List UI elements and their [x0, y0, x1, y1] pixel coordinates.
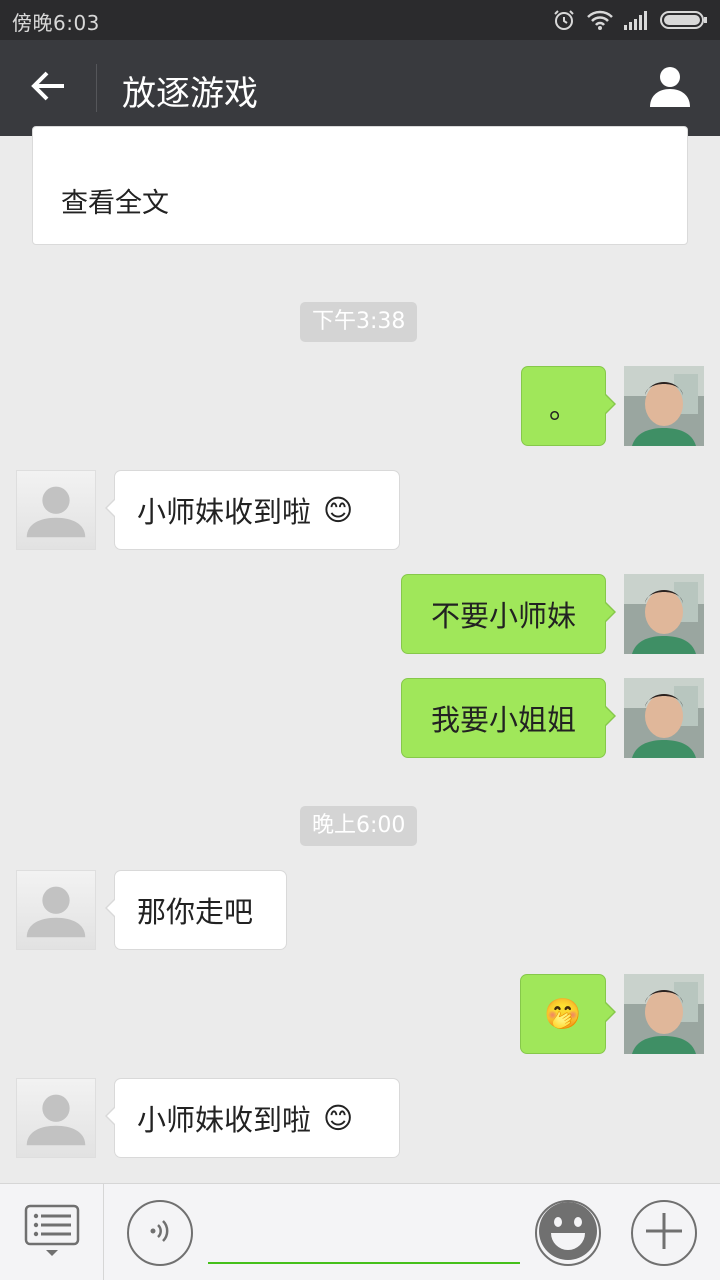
back-button[interactable]: [22, 62, 76, 114]
my-avatar[interactable]: [624, 366, 704, 446]
smiling-emoji: 😊: [323, 1101, 354, 1135]
my-avatar[interactable]: [624, 574, 704, 654]
sent-message-bubble[interactable]: 🤭: [520, 974, 616, 1054]
chat-info-button[interactable]: [642, 60, 698, 116]
sent-message-bubble[interactable]: 。: [521, 366, 616, 446]
more-functions-button[interactable]: [631, 1200, 697, 1266]
user-photo: [624, 678, 704, 758]
contact-avatar[interactable]: [16, 470, 96, 550]
timestamp: 晚上6:00: [300, 806, 418, 846]
received-message-bubble[interactable]: 那你走吧: [105, 870, 287, 950]
smiley-icon: [537, 1200, 599, 1266]
sent-message-bubble[interactable]: 不要小师妹: [401, 574, 616, 654]
title-divider: [96, 64, 97, 112]
battery-icon: [660, 10, 708, 30]
smiling-emoji: 😊: [323, 493, 354, 527]
received-message-bubble[interactable]: 小师妹收到啦 😊: [105, 1078, 400, 1158]
message-text: 小师妹收到啦: [137, 495, 312, 529]
menu-toggle-button[interactable]: [22, 1204, 82, 1256]
alarm-icon: [552, 8, 576, 32]
message-text: 我要小姐姐: [430, 703, 576, 737]
person-icon: [648, 65, 692, 111]
list-menu-icon: [22, 1204, 82, 1262]
user-photo: [624, 974, 704, 1054]
voice-input-button[interactable]: [127, 1200, 193, 1266]
sent-message-bubble[interactable]: 我要小姐姐: [401, 678, 616, 758]
timestamp: 下午3:38: [300, 302, 418, 342]
message-text: 小师妹收到啦: [137, 1103, 312, 1137]
article-card[interactable]: 查看全文: [32, 126, 688, 245]
message-text: 那你走吧: [137, 895, 254, 929]
title-bar: 放逐游戏: [0, 40, 720, 136]
received-message-bubble[interactable]: 小师妹收到啦 😊: [105, 470, 400, 550]
default-avatar-icon: [26, 1094, 86, 1146]
contact-avatar[interactable]: [16, 870, 96, 950]
hand-over-mouth-emoji: 🤭: [544, 996, 582, 1032]
message-input[interactable]: [208, 1206, 520, 1264]
signal-icon: [624, 10, 650, 30]
chat-title: 放逐游戏: [122, 74, 258, 114]
input-divider: [103, 1184, 104, 1280]
status-bar: 傍晚6:03: [0, 0, 720, 40]
plus-icon: [644, 1211, 684, 1255]
default-avatar-icon: [26, 486, 86, 538]
input-bar: [0, 1183, 720, 1280]
wifi-icon: [586, 9, 614, 31]
my-avatar[interactable]: [624, 678, 704, 758]
status-time: 傍晚6:03: [12, 11, 100, 35]
read-full-text-link[interactable]: 查看全文: [61, 181, 169, 220]
message-text: 。: [548, 391, 578, 425]
arrow-left-icon: [31, 70, 67, 106]
user-photo: [624, 574, 704, 654]
contact-avatar[interactable]: [16, 1078, 96, 1158]
message-text: 不要小师妹: [430, 599, 576, 633]
default-avatar-icon: [26, 886, 86, 938]
voice-wave-icon: [145, 1216, 175, 1250]
status-icons: [552, 8, 708, 32]
user-photo: [624, 366, 704, 446]
emoji-button[interactable]: [535, 1200, 601, 1266]
my-avatar[interactable]: [624, 974, 704, 1054]
